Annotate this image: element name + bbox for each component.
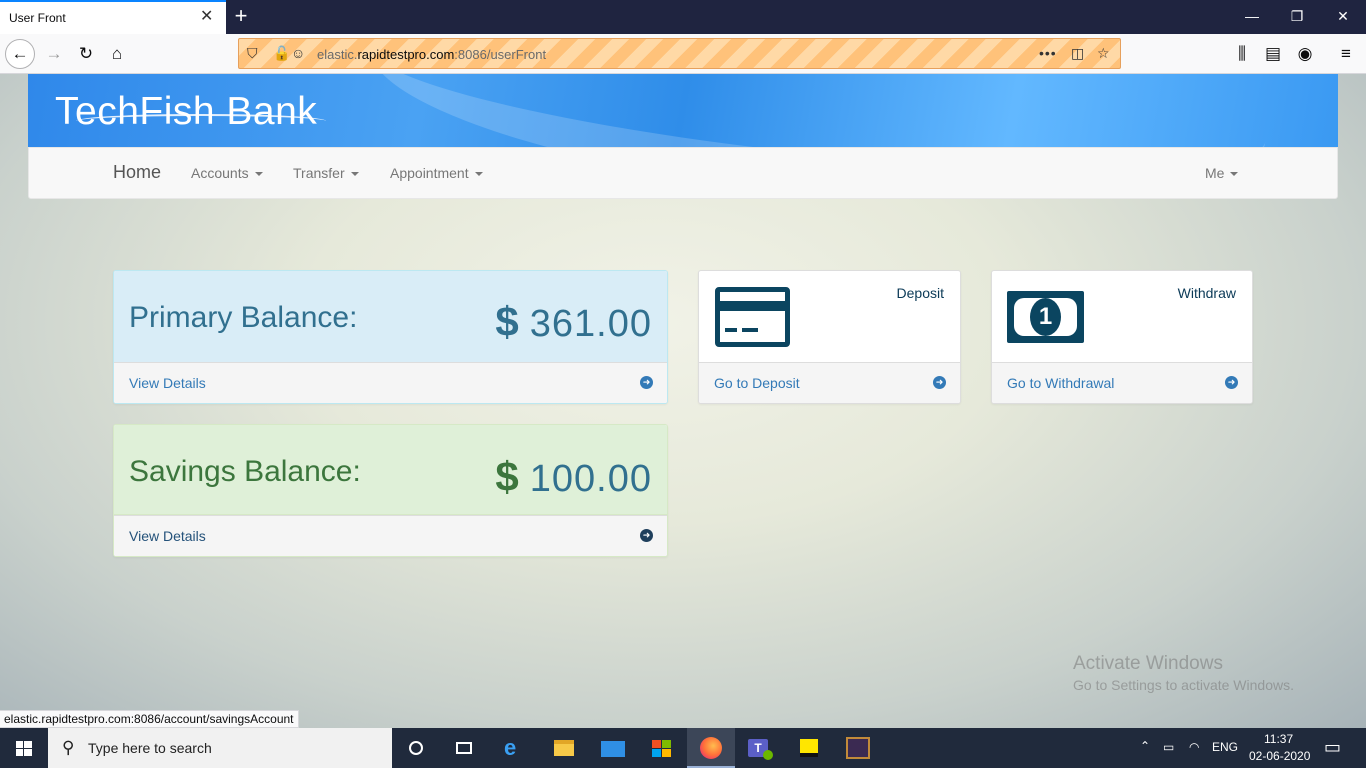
cortana-icon[interactable] [392, 728, 440, 768]
windows-logo-icon [16, 741, 32, 756]
language-indicator[interactable]: ENG [1212, 740, 1238, 754]
pocket-icon[interactable]: ◫ [1071, 45, 1084, 62]
savings-balance-amount: $100.00 [495, 453, 652, 500]
dollar-icon: $ [495, 453, 520, 500]
primary-balance-label: Primary Balance: [129, 301, 358, 334]
notification-icon[interactable]: ▭ [1324, 737, 1341, 758]
withdraw-panel: 1 Withdraw Go to Withdrawal ➜ [991, 270, 1253, 404]
url-text[interactable]: elastic.rapidtestpro.com:8086/userFront [317, 47, 546, 62]
status-url: elastic.rapidtestpro.com:8086/account/sa… [0, 710, 299, 728]
account-icon[interactable]: ◉ [1293, 42, 1317, 66]
start-button[interactable] [0, 728, 48, 768]
sidebar-icon[interactable]: ▤ [1261, 42, 1285, 66]
nav-home[interactable]: Home [113, 162, 161, 183]
teams-icon[interactable]: T [736, 728, 784, 768]
go-to-deposit[interactable]: Go to Deposit ➜ [699, 362, 960, 403]
caret-down-icon [474, 172, 483, 177]
credit-card-icon [715, 287, 790, 347]
primary-view-details[interactable]: View Details ➜ [114, 362, 667, 403]
insecure-lock-icon[interactable]: 🔓 [273, 45, 290, 62]
edge-icon[interactable]: e [490, 728, 538, 768]
go-to-withdrawal[interactable]: Go to Withdrawal ➜ [992, 362, 1252, 403]
firefox-icon[interactable] [687, 728, 735, 768]
robot-icon: ☺ [291, 45, 306, 61]
tab-title: User Front [9, 11, 66, 25]
file-explorer-icon[interactable] [540, 728, 588, 768]
chevron-up-icon[interactable]: ⌃ [1140, 739, 1150, 753]
bookmark-star-icon[interactable]: ☆ [1097, 45, 1110, 62]
forward-icon[interactable]: → [42, 42, 66, 66]
nav-transfer[interactable]: Transfer [293, 165, 359, 181]
app-icon[interactable] [834, 728, 882, 768]
nav-me[interactable]: Me [1205, 165, 1239, 181]
clock-date[interactable]: 02-06-2020 [1249, 749, 1310, 763]
nav-accounts[interactable]: Accounts [191, 165, 263, 181]
caret-down-icon [350, 172, 359, 177]
deposit-title: Deposit [896, 285, 944, 301]
reload-icon[interactable]: ↻ [74, 42, 98, 66]
back-icon[interactable]: ← [5, 39, 35, 69]
mail-icon[interactable] [589, 728, 637, 768]
activate-windows-subtitle: Go to Settings to activate Windows. [1073, 677, 1294, 693]
browser-tab[interactable]: User Front ✕ [0, 0, 226, 34]
search-icon: ⚲ [62, 738, 75, 757]
withdraw-title: Withdraw [1177, 285, 1236, 301]
search-placeholder: Type here to search [88, 740, 212, 756]
header-banner: TechFish Bank [28, 74, 1338, 147]
library-icon[interactable]: ⫼ [1230, 42, 1254, 66]
primary-view-details-link[interactable]: View Details [129, 375, 206, 391]
primary-balance-amount: $361.00 [495, 298, 652, 345]
close-tab-icon[interactable]: ✕ [200, 9, 213, 25]
go-to-withdrawal-link[interactable]: Go to Withdrawal [1007, 375, 1114, 391]
money-bill-icon: 1 [1007, 291, 1084, 343]
windows-taskbar: ⚲ Type here to search e T ⌃ ▭ ◠ ENG 11:3… [0, 728, 1366, 768]
page-content: TechFish Bank Home Accounts Transfer App… [0, 74, 1366, 728]
home-icon[interactable]: ⌂ [105, 42, 129, 66]
savings-balance-panel: Savings Balance: $100.00 View Details ➜ [113, 424, 668, 557]
savings-view-details-link[interactable]: View Details [129, 528, 206, 544]
sticky-notes-icon[interactable] [785, 728, 833, 768]
more-actions-icon[interactable]: ••• [1039, 45, 1057, 61]
browser-navbar: ← → ↻ ⌂ ⛉ 🔓 ☺ elastic.rapidtestpro.com:8… [0, 34, 1366, 74]
arrow-circle-right-icon[interactable]: ➜ [1225, 376, 1238, 389]
go-to-deposit-link[interactable]: Go to Deposit [714, 375, 800, 391]
arrow-circle-right-icon[interactable]: ➜ [640, 529, 653, 542]
arrow-circle-right-icon[interactable]: ➜ [640, 376, 653, 389]
task-view-icon[interactable] [440, 728, 488, 768]
wifi-icon[interactable]: ◠ [1189, 740, 1199, 754]
caret-down-icon [1230, 172, 1239, 177]
clock-time[interactable]: 11:37 [1264, 732, 1293, 746]
arrow-circle-right-icon[interactable]: ➜ [933, 376, 946, 389]
tracking-shield-icon[interactable]: ⛉ [247, 45, 258, 62]
new-tab-icon[interactable]: + [230, 4, 252, 28]
taskbar-search[interactable]: ⚲ Type here to search [48, 728, 392, 768]
restore-icon[interactable]: ❐ [1287, 6, 1307, 26]
window-close-icon[interactable]: ✕ [1333, 6, 1353, 26]
menu-icon[interactable]: ≡ [1334, 42, 1358, 66]
primary-balance-panel: Primary Balance: $361.00 View Details ➜ [113, 270, 668, 404]
site-navbar: Home Accounts Transfer Appointment Me [28, 147, 1338, 199]
caret-down-icon [254, 172, 263, 177]
nav-appointment[interactable]: Appointment [390, 165, 483, 181]
store-icon[interactable] [638, 728, 686, 768]
activate-windows-title: Activate Windows [1073, 653, 1223, 674]
url-bar[interactable]: ⛉ 🔓 ☺ elastic.rapidtestpro.com:8086/user… [238, 38, 1121, 69]
dollar-icon: $ [495, 298, 520, 345]
savings-balance-label: Savings Balance: [129, 455, 361, 488]
minimize-icon[interactable]: — [1242, 6, 1262, 26]
savings-view-details[interactable]: View Details ➜ [114, 515, 667, 556]
deposit-panel: Deposit Go to Deposit ➜ [698, 270, 961, 404]
browser-tab-strip: User Front ✕ + — ❐ ✕ [0, 0, 1366, 34]
battery-icon[interactable]: ▭ [1163, 740, 1174, 754]
